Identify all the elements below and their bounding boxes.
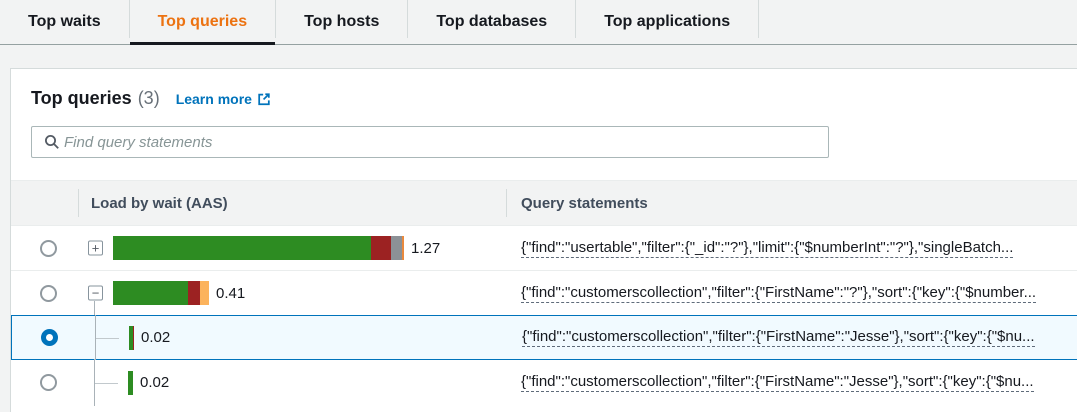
selection-cell xyxy=(12,316,79,359)
row-radio-button[interactable] xyxy=(40,374,57,391)
tree-branch-line xyxy=(96,338,119,339)
panel-header: Top queries (3) Learn more xyxy=(11,69,1077,110)
row-radio-button[interactable] xyxy=(40,285,57,302)
page-title: Top queries xyxy=(31,86,132,110)
load-bar-segment-darkred xyxy=(371,236,391,260)
expand-row-icon[interactable]: + xyxy=(88,241,103,256)
load-cell: 0.02 xyxy=(79,316,507,359)
load-bar-segment-peach xyxy=(200,281,209,305)
tab-top-databases[interactable]: Top databases xyxy=(408,0,575,44)
load-bar-segment-green xyxy=(113,281,188,305)
table-row[interactable]: +1.27 {"find":"usertable","filter":{"_id"… xyxy=(11,225,1077,270)
load-bar xyxy=(128,371,133,395)
load-column-header: Load by wait (AAS) xyxy=(78,181,506,225)
collapse-row-icon[interactable]: − xyxy=(88,286,103,301)
tab-top-hosts[interactable]: Top hosts xyxy=(276,0,407,44)
load-bar xyxy=(113,236,404,260)
tab-bar: Top waitsTop queriesTop hostsTop databas… xyxy=(0,0,1077,45)
load-value: 0.02 xyxy=(140,374,169,391)
selection-column-header xyxy=(11,181,78,225)
tree-connector-line xyxy=(94,301,95,316)
load-bar-segment-orange xyxy=(402,236,404,260)
tree-branch-line xyxy=(95,383,118,384)
query-statement-link[interactable]: {"find":"customerscollection","filter":{… xyxy=(521,284,1036,303)
tab-separator xyxy=(758,0,759,38)
tab-top-queries[interactable]: Top queries xyxy=(130,0,276,44)
selection-cell xyxy=(11,226,78,270)
query-statement-link[interactable]: {"find":"customerscollection","filter":{… xyxy=(522,328,1035,347)
query-cell: {"find":"customerscollection","filter":{… xyxy=(506,271,1077,315)
table-body: +1.27 {"find":"usertable","filter":{"_id"… xyxy=(11,225,1077,405)
query-statement-link[interactable]: {"find":"usertable","filter":{"_id":"?"}… xyxy=(521,239,1013,258)
table-row[interactable]: 0.02 {"find":"customerscollection","filte… xyxy=(11,315,1077,360)
learn-more-label: Learn more xyxy=(176,91,252,107)
load-cell: +1.27 xyxy=(78,226,506,270)
load-bar xyxy=(113,281,209,305)
table-row[interactable]: − 0.41 {"find":"customerscollection","filt… xyxy=(11,270,1077,315)
load-cell: − 0.41 xyxy=(78,271,506,315)
selection-cell xyxy=(11,360,78,405)
selection-cell xyxy=(11,271,78,315)
load-value: 0.41 xyxy=(216,285,245,302)
row-radio-button[interactable] xyxy=(40,240,57,257)
learn-more-link[interactable]: Learn more xyxy=(176,91,271,107)
query-cell: {"find":"usertable","filter":{"_id":"?"}… xyxy=(506,226,1077,270)
query-count-badge: (3) xyxy=(138,88,160,109)
load-bar-segment-green xyxy=(113,236,371,260)
query-cell: {"find":"customerscollection","filter":{… xyxy=(506,360,1077,405)
table-row[interactable]: 0.02 {"find":"customerscollection","filte… xyxy=(11,360,1077,405)
tab-top-waits[interactable]: Top waits xyxy=(0,0,129,44)
search-icon xyxy=(44,134,60,150)
tab-top-applications[interactable]: Top applications xyxy=(576,0,758,44)
row-radio-button[interactable] xyxy=(41,329,58,346)
load-bar-segment-darkred xyxy=(188,281,200,305)
load-cell: 0.02 xyxy=(78,360,506,405)
search-input[interactable] xyxy=(64,134,820,151)
query-cell: {"find":"customerscollection","filter":{… xyxy=(507,316,1077,359)
load-bar-segment-gray xyxy=(391,236,402,260)
load-value: 0.02 xyxy=(141,329,170,346)
table-header: Load by wait (AAS) Query statements xyxy=(11,180,1077,225)
query-column-header: Query statements xyxy=(506,181,1077,225)
top-queries-panel: Top queries (3) Learn more Load by wait … xyxy=(10,68,1077,412)
external-link-icon xyxy=(257,92,271,106)
load-bar xyxy=(129,326,134,350)
search-box xyxy=(31,126,829,158)
load-bar-segment-darkred xyxy=(133,326,134,350)
load-bar-segment-green xyxy=(128,371,133,395)
load-value: 1.27 xyxy=(411,240,440,257)
query-statement-link[interactable]: {"find":"customerscollection","filter":{… xyxy=(521,373,1034,392)
